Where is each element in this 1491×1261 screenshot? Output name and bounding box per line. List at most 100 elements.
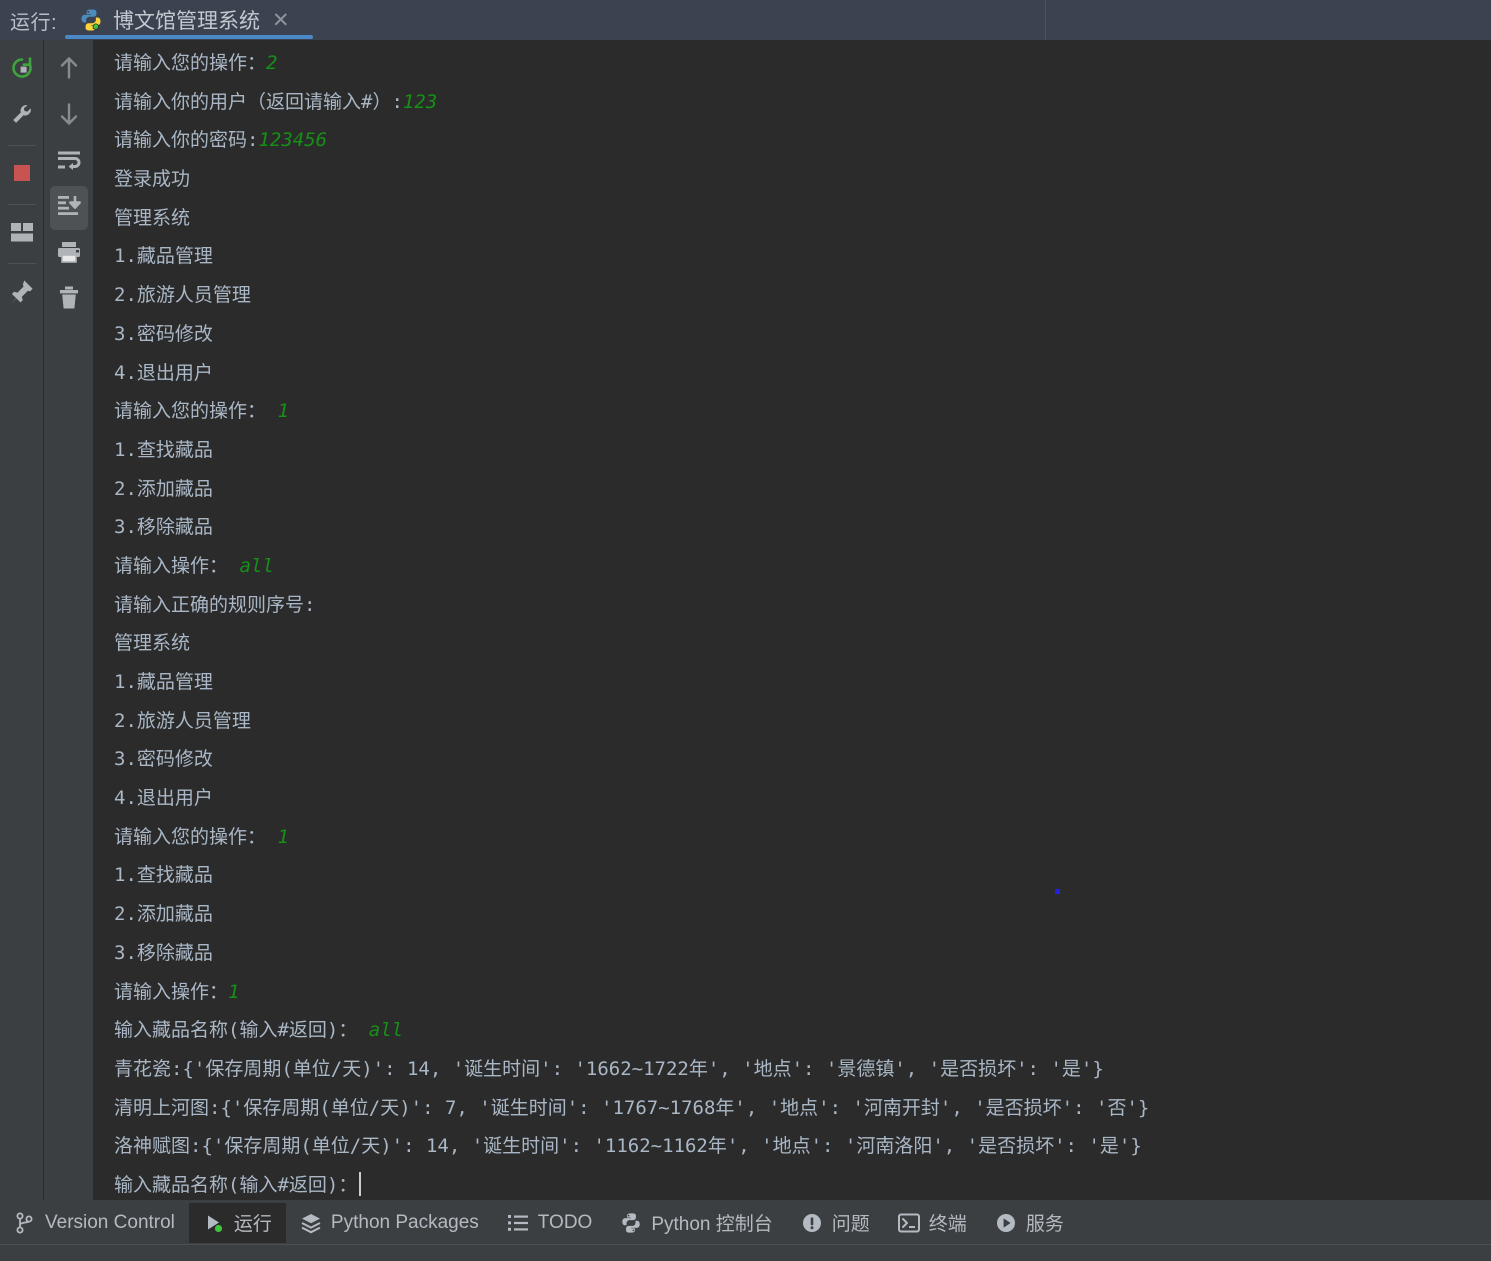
- python-icon: [620, 1212, 642, 1234]
- console-line: 输入藏品名称(输入#返回)：: [114, 1166, 1491, 1200]
- console-line-text: 输入藏品名称(输入#返回)：: [114, 1019, 369, 1042]
- clear-all-button[interactable]: [50, 278, 88, 322]
- next-occurrence-button[interactable]: [50, 94, 88, 138]
- console-user-input: 123: [402, 90, 438, 113]
- console-lines: 请输入您的操作：2 请输入你的用户（返回请输入#）:123 请输入你的密码:1234…: [114, 44, 1491, 1200]
- pin-icon: [9, 278, 35, 309]
- run-play-icon: [203, 1212, 225, 1234]
- console-line: 洛神赋图:{'保存周期(单位/天)': 14, '诞生时间': '1162~11…: [114, 1127, 1491, 1166]
- console-user-input: 2: [266, 52, 278, 74]
- layout-button[interactable]: [3, 212, 41, 256]
- statusbar-item-label: Python 控制台: [651, 1214, 773, 1235]
- console-user-input: 1: [277, 825, 289, 848]
- console-line: 请输入操作：1: [114, 973, 1491, 1012]
- console-line-text: 管理系统: [114, 632, 191, 655]
- rerun-button[interactable]: [3, 48, 41, 92]
- console-line-text: 请输入您的操作：: [114, 400, 278, 423]
- edit-configurations-button[interactable]: [3, 94, 41, 138]
- console-line: 2.旅游人员管理: [114, 276, 1491, 315]
- console-line: 请输入您的操作：2: [114, 44, 1491, 83]
- previous-occurrence-button[interactable]: [50, 48, 88, 92]
- statusbar-item-warning-icon[interactable]: 问题: [787, 1203, 884, 1243]
- console-line: 3.密码修改: [114, 740, 1491, 779]
- console-line-text: 3.移除藏品: [114, 941, 213, 964]
- console-line: 请输入你的用户（返回请输入#）:123: [114, 83, 1491, 122]
- statusbar-item-list-icon[interactable]: TODO: [493, 1203, 607, 1243]
- console-line-text: 3.密码修改: [114, 322, 213, 345]
- console-line: 2.旅游人员管理: [114, 702, 1491, 741]
- console-line: 清明上河图:{'保存周期(单位/天)': 7, '诞生时间': '1767~17…: [114, 1089, 1491, 1128]
- console-line: 3.移除藏品: [114, 934, 1491, 973]
- arrow-up-icon: [57, 55, 81, 86]
- console-line-text: 请输入您的操作：: [114, 825, 278, 848]
- console-user-input: 1: [228, 980, 240, 1003]
- statusbar-item-label: TODO: [537, 1211, 593, 1233]
- arrow-down-icon: [57, 101, 81, 132]
- python-icon: [79, 8, 103, 32]
- run-tab-active-indicator: [65, 35, 313, 39]
- soft-wrap-button[interactable]: [50, 140, 88, 184]
- rerun-icon: [9, 55, 35, 86]
- console-line-text: 1.藏品管理: [114, 245, 213, 268]
- console-line-text: 请输入您的操作：: [114, 52, 267, 74]
- statusbar-item-run-play-icon[interactable]: 运行: [188, 1202, 286, 1243]
- console-line: 3.密码修改: [114, 315, 1491, 354]
- toolbar-separator: [7, 263, 36, 264]
- console-line-text: 3.移除藏品: [114, 516, 213, 539]
- statusbar-item-layers-icon[interactable]: Python Packages: [286, 1203, 493, 1243]
- console-user-input: 123456: [258, 129, 328, 152]
- console-line-text: 请输入正确的规则序号:: [114, 593, 316, 616]
- trash-icon: [57, 285, 81, 316]
- console-line: 输入藏品名称(输入#返回)： all: [114, 1011, 1491, 1050]
- statusbar-item-label: Version Control: [45, 1211, 175, 1233]
- statusbar-item-label: 服务: [1025, 1214, 1064, 1235]
- console-line-text: 1.查找藏品: [114, 864, 213, 887]
- text-caret: [359, 1171, 362, 1196]
- console-line-text: 请输入操作：: [114, 980, 229, 1003]
- console-line: 2.添加藏品: [114, 895, 1491, 934]
- console-line-text: 3.密码修改: [114, 748, 213, 771]
- close-icon[interactable]: ✕: [272, 10, 290, 31]
- run-tab-bowenguan[interactable]: 博文馆管理系统 ✕: [65, 0, 298, 40]
- console-line: 请输入您的操作： 1: [114, 392, 1491, 431]
- toolbar-separator: [7, 145, 36, 146]
- tool-window-status-bar: Version Control 运行 Python Packages TODO Pyth…: [0, 1200, 1491, 1245]
- statusbar-item-services-play-icon[interactable]: 服务: [981, 1203, 1078, 1243]
- statusbar-item-label: 终端: [928, 1214, 967, 1235]
- wrench-settings-icon: [10, 102, 34, 131]
- console-user-input: 1: [277, 400, 289, 423]
- console-line-text: 请输入你的密码:: [114, 129, 259, 152]
- console-line-text: 输入藏品名称(输入#返回)：: [114, 1173, 358, 1196]
- soft-wrap-icon: [56, 149, 82, 176]
- print-button[interactable]: [50, 232, 88, 276]
- statusbar-item-branch-icon[interactable]: Version Control: [0, 1203, 189, 1243]
- console-line-text: 2.添加藏品: [114, 477, 213, 500]
- pin-tab-button[interactable]: [3, 271, 41, 315]
- run-actions-toolbar: [0, 40, 43, 1208]
- console-line-text: 1.查找藏品: [114, 438, 213, 461]
- console-line: 管理系统: [114, 624, 1491, 663]
- list-icon: [507, 1212, 529, 1234]
- console-line-text: 2.旅游人员管理: [114, 284, 251, 307]
- console-output-panel[interactable]: 请输入您的操作：2 请输入你的用户（返回请输入#）:123 请输入你的密码:1234…: [93, 40, 1491, 1200]
- toolbar-separator: [7, 204, 36, 205]
- console-line: 4.退出用户: [114, 354, 1491, 393]
- console-line: 1.查找藏品: [114, 431, 1491, 470]
- statusbar-item-python-icon[interactable]: Python 控制台: [606, 1203, 786, 1243]
- console-line-text: 请输入你的用户（返回请输入#）:: [114, 90, 403, 113]
- console-line-text: 洛神赋图:{'保存周期(单位/天)': 14, '诞生时间': '1162~11…: [114, 1135, 1142, 1158]
- console-user-input: all: [368, 1019, 404, 1042]
- statusbar-item-label: 运行: [233, 1214, 272, 1235]
- pycharm-run-window: 运行: 博文馆管理系统 ✕ 请输入您的操作：2 请输入你的用户（返回请输入#）:…: [0, 0, 1491, 1261]
- layers-icon: [300, 1212, 322, 1234]
- run-tab-label: 博文馆管理系统: [113, 10, 260, 33]
- layout-icon: [9, 221, 35, 248]
- console-actions-toolbar: [44, 40, 93, 1208]
- stop-button[interactable]: [3, 153, 41, 197]
- console-user-input: all: [239, 554, 274, 577]
- print-icon: [56, 240, 82, 269]
- console-line: 1.藏品管理: [114, 237, 1491, 276]
- scroll-to-end-button[interactable]: [49, 186, 88, 230]
- statusbar-item-terminal-icon[interactable]: 终端: [884, 1203, 981, 1243]
- statusbar-footer: [0, 1245, 1491, 1261]
